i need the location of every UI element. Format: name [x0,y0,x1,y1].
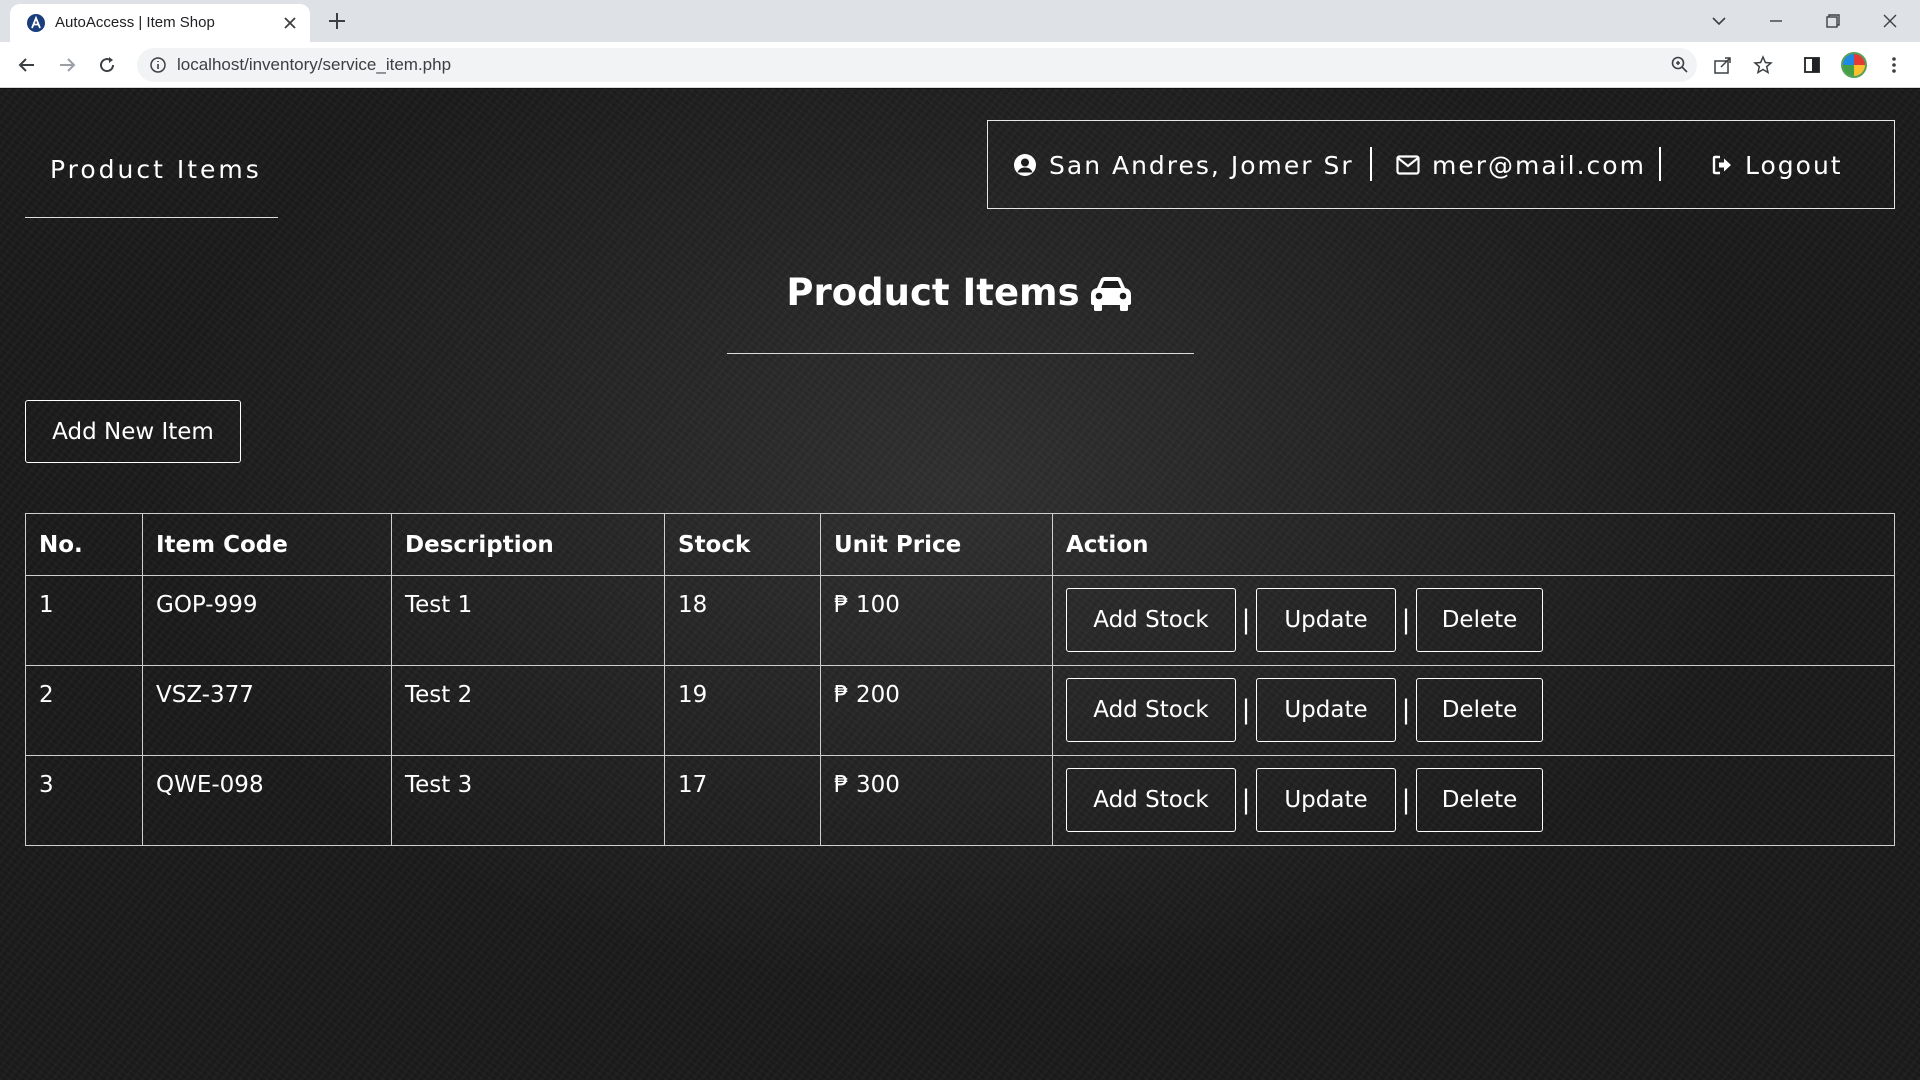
user-circle-icon [1014,154,1036,176]
side-panel-icon[interactable] [1801,54,1823,76]
column-header-unit-price: Unit Price [820,513,1053,576]
cell-stock: 19 [664,665,821,756]
update-button[interactable]: Update [1256,768,1396,832]
user-email: mer@mail.com [1432,150,1646,180]
cell-item-code: VSZ-377 [142,665,392,756]
add-stock-button[interactable]: Add Stock [1066,678,1236,742]
cell-actions: Add Stock | Update | Delete [1052,755,1895,846]
cell-unit-price: ₱ 100 [820,575,1053,666]
cell-actions: Add Stock | Update | Delete [1052,575,1895,666]
add-new-item-button[interactable]: Add New Item [25,400,241,463]
product-items-table: No. Item Code Description Stock Unit Pri… [25,513,1895,846]
forward-arrow-icon[interactable] [55,53,79,77]
url-text[interactable]: localhost/inventory/service_item.php [177,55,451,75]
app-favicon-icon [27,14,45,32]
tab-search-chevron-icon[interactable] [1706,8,1732,34]
title-divider [727,353,1194,354]
action-separator: | [1401,785,1411,815]
logout-label[interactable]: Logout [1745,151,1843,180]
browser-tab[interactable]: AutoAccess | Item Shop [10,4,310,42]
table-row: 3 QWE-098 Test 3 17 ₱ 300 Add Stock | Up… [25,755,1895,846]
minimize-icon[interactable] [1763,8,1789,34]
user-email-item: mer@mail.com [1396,147,1646,183]
cell-actions: Add Stock | Update | Delete [1052,665,1895,756]
back-arrow-icon[interactable] [15,53,39,77]
zoom-icon[interactable] [1670,55,1690,75]
cell-description: Test 3 [391,755,665,846]
cell-item-code: GOP-999 [142,575,392,666]
close-tab-icon[interactable] [280,13,300,33]
profile-avatar[interactable] [1841,52,1867,78]
close-window-icon[interactable] [1877,8,1903,34]
new-tab-icon[interactable] [326,10,348,32]
user-name-item: San Andres, Jomer Sr [1013,147,1354,183]
action-separator: | [1401,695,1411,725]
column-header-stock: Stock [664,513,821,576]
cell-no: 2 [25,665,143,756]
action-separator: | [1241,695,1251,725]
delete-button[interactable]: Delete [1416,588,1543,652]
cell-unit-price: ₱ 300 [820,755,1053,846]
update-button[interactable]: Update [1256,678,1396,742]
add-stock-button[interactable]: Add Stock [1066,588,1236,652]
page-title: Product Items [0,271,1920,314]
brand-divider [25,217,278,218]
table-row: 1 GOP-999 Test 1 18 ₱ 100 Add Stock | Up… [25,575,1895,666]
action-separator: | [1241,605,1251,635]
cell-item-code: QWE-098 [142,755,392,846]
column-header-action: Action [1052,513,1895,576]
tab-title: AutoAccess | Item Shop [55,14,215,31]
address-bar[interactable]: localhost/inventory/service_item.php [137,48,1697,82]
update-button[interactable]: Update [1256,588,1396,652]
user-info-separator [1659,147,1661,181]
cell-stock: 18 [664,575,821,666]
site-info-icon[interactable] [149,56,167,74]
browser-toolbar: localhost/inventory/service_item.php [0,42,1920,88]
more-menu-icon[interactable] [1883,54,1905,76]
envelope-icon [1396,155,1420,175]
cell-description: Test 2 [391,665,665,756]
cell-unit-price: ₱ 200 [820,665,1053,756]
delete-button[interactable]: Delete [1416,678,1543,742]
add-stock-button[interactable]: Add Stock [1066,768,1236,832]
browser-tab-bar: AutoAccess | Item Shop [0,0,1920,42]
car-icon [1090,276,1131,311]
cell-stock: 17 [664,755,821,846]
action-separator: | [1241,785,1251,815]
user-info-separator [1370,147,1372,181]
table-row: 2 VSZ-377 Test 2 19 ₱ 200 Add Stock | Up… [25,665,1895,756]
cell-description: Test 1 [391,575,665,666]
user-info-panel: San Andres, Jomer Sr mer@mail.com Logout [987,120,1895,209]
page-title-text: Product Items [786,271,1080,314]
bookmark-star-icon[interactable] [1752,54,1774,76]
share-icon[interactable] [1712,54,1734,76]
reload-icon[interactable] [95,53,119,77]
user-name: San Andres, Jomer Sr [1049,150,1354,180]
logout-icon [1712,155,1731,175]
column-header-no: No. [25,513,143,576]
action-separator: | [1401,605,1411,635]
delete-button[interactable]: Delete [1416,768,1543,832]
brand-title[interactable]: Product Items [50,155,262,184]
logout-link[interactable]: Logout [1711,147,1843,183]
restore-icon[interactable] [1820,8,1846,34]
cell-no: 1 [25,575,143,666]
table-header-row: No. Item Code Description Stock Unit Pri… [25,513,1895,576]
column-header-item-code: Item Code [142,513,392,576]
column-header-description: Description [391,513,665,576]
cell-no: 3 [25,755,143,846]
page-content: Product Items San Andres, Jomer Sr mer@m… [0,89,1920,1080]
